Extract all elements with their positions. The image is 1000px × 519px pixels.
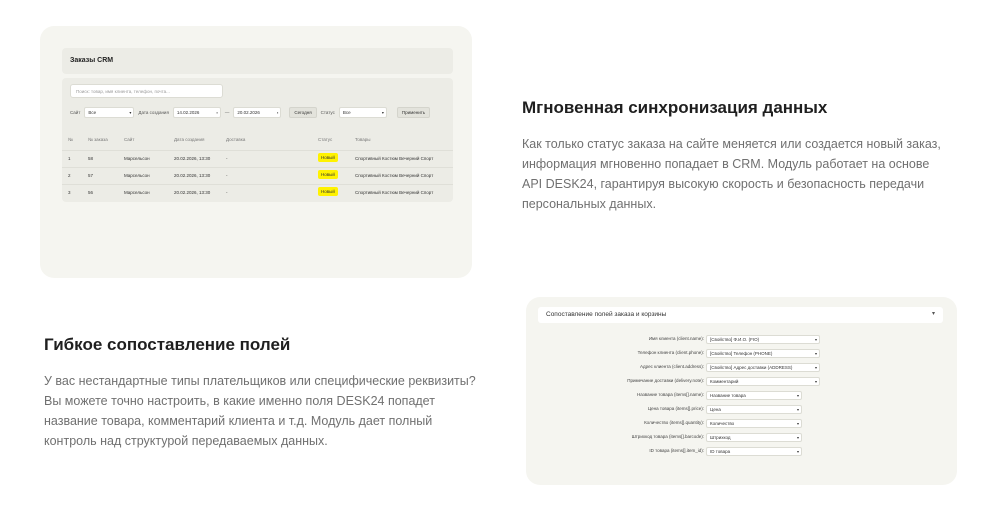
chevron-down-icon: ▾	[814, 337, 817, 342]
mapping-row: Телефон клиента (client.phone): [Свойств…	[526, 349, 957, 359]
column-header: Товары	[355, 137, 371, 142]
crm-orders-card: Заказы CRM Поиск: товар, имя клиента, те…	[40, 26, 472, 278]
mapping-select[interactable]: Комментарий ▾	[706, 377, 820, 386]
mapping-select[interactable]: [Свойство] Адрес доставки (ADDRESS) ▾	[706, 363, 820, 372]
chevron-down-icon: ▾	[796, 393, 799, 398]
calendar-icon: ▪	[276, 109, 279, 115]
crm-title: Заказы CRM	[62, 48, 453, 74]
apply-button[interactable]: Применить	[396, 106, 431, 118]
mapping-heading: Гибкое сопоставление полей	[44, 335, 291, 354]
sync-heading: Мгновенная синхронизация данных	[522, 98, 828, 117]
field-mapping-card: Сопоставление полей заказа и корзины ▾ И…	[526, 297, 957, 485]
column-header: №	[68, 137, 73, 142]
mapping-select[interactable]: Штрихкод ▾	[706, 433, 802, 442]
mapping-row: Штрихкод товара (items[].barcode): Штрих…	[526, 433, 957, 443]
mapping-row: Адрес клиента (client.address): [Свойств…	[526, 363, 957, 373]
status-badge: Новый	[318, 153, 338, 162]
mapping-description: У вас нестандартные типы плательщиков ил…	[44, 374, 476, 448]
calendar-icon: ▪	[216, 109, 218, 115]
column-header: Статус	[318, 137, 333, 142]
mapping-row: Примечание доставки (delivery.note): Ком…	[526, 377, 957, 387]
sync-description: Как только статус заказа на сайте меняет…	[522, 137, 941, 211]
search-input[interactable]: Поиск: товар, имя клиента, телефон, почт…	[70, 84, 223, 98]
mapping-select[interactable]: Цена ▾	[706, 405, 802, 414]
mapping-row: Название товара (items[].name): Название…	[526, 391, 957, 401]
mapping-accordion-header[interactable]: Сопоставление полей заказа и корзины ▾	[538, 307, 943, 323]
mapping-select[interactable]: Количество ▾	[706, 419, 802, 428]
status-filter-label: Статус	[320, 109, 335, 115]
date-from-input[interactable]: 14.02.2026 ▪	[172, 106, 221, 118]
status-badge: Новый	[318, 170, 338, 179]
site-filter-label: Сайт	[70, 109, 81, 115]
site-filter-select[interactable]: Все ▾	[84, 106, 135, 118]
mapping-row: Количество (items[].quantity): Количеств…	[526, 419, 957, 429]
date-filter-label: Дата создания	[138, 109, 169, 115]
column-header: № заказа	[88, 137, 108, 142]
chevron-down-icon: ▾	[129, 109, 132, 115]
status-badge: Новый	[318, 187, 338, 196]
mapping-row: Цена товара (items[].price): Цена ▾	[526, 405, 957, 415]
date-separator: —	[224, 109, 230, 115]
table-row[interactable]: 1 58 Марсельсон 20.02.2026, 13:30 - Новы…	[62, 150, 453, 164]
orders-table: № № заказа Сайт Дата создания Доставка С…	[62, 130, 453, 202]
chevron-down-icon: ▾	[796, 407, 799, 412]
column-header: Дата создания	[174, 137, 205, 142]
filter-row: Сайт Все ▾ Дата создания 14.02.2026 ▪ — …	[70, 106, 434, 118]
date-to-input[interactable]: 20.02.2026 ▪	[233, 106, 282, 118]
column-header: Доставка	[226, 137, 246, 142]
column-header: Сайт	[124, 137, 135, 142]
chevron-down-icon: ▾	[814, 379, 817, 384]
mapping-row: Имя клиента (client.name): [Свойство] Ф.…	[526, 335, 957, 345]
chevron-down-icon: ▾	[814, 351, 817, 356]
chevron-down-icon: ▾	[814, 365, 817, 370]
mapping-select[interactable]: Название товара ▾	[706, 391, 802, 400]
table-row[interactable]: 2 57 Марсельсон 20.02.2026, 13:30 - Новы…	[62, 167, 453, 181]
mapping-row: ID товара (items[].item_id): ID товара ▾	[526, 447, 957, 457]
mapping-select[interactable]: [Свойство] Телефон (PHONE) ▾	[706, 349, 820, 358]
chevron-down-icon: ▾	[381, 109, 384, 115]
chevron-down-icon: ▾	[796, 421, 799, 426]
mapping-select[interactable]: ID товара ▾	[706, 447, 802, 456]
table-row[interactable]: 3 56 Марсельсон 20.02.2026, 13:30 - Новы…	[62, 184, 453, 198]
page: Заказы CRM Поиск: товар, имя клиента, те…	[0, 0, 1000, 519]
today-button[interactable]: Сегодня	[289, 106, 317, 118]
mapping-select[interactable]: [Свойство] Ф.И.О. (FIO) ▾	[706, 335, 820, 344]
chevron-down-icon: ▾	[796, 449, 799, 454]
chevron-down-icon: ▾	[796, 435, 799, 440]
chevron-down-icon: ▾	[931, 311, 935, 317]
status-filter-select[interactable]: Все ▾	[338, 106, 387, 118]
table-header: № № заказа Сайт Дата создания Доставка С…	[62, 132, 453, 146]
